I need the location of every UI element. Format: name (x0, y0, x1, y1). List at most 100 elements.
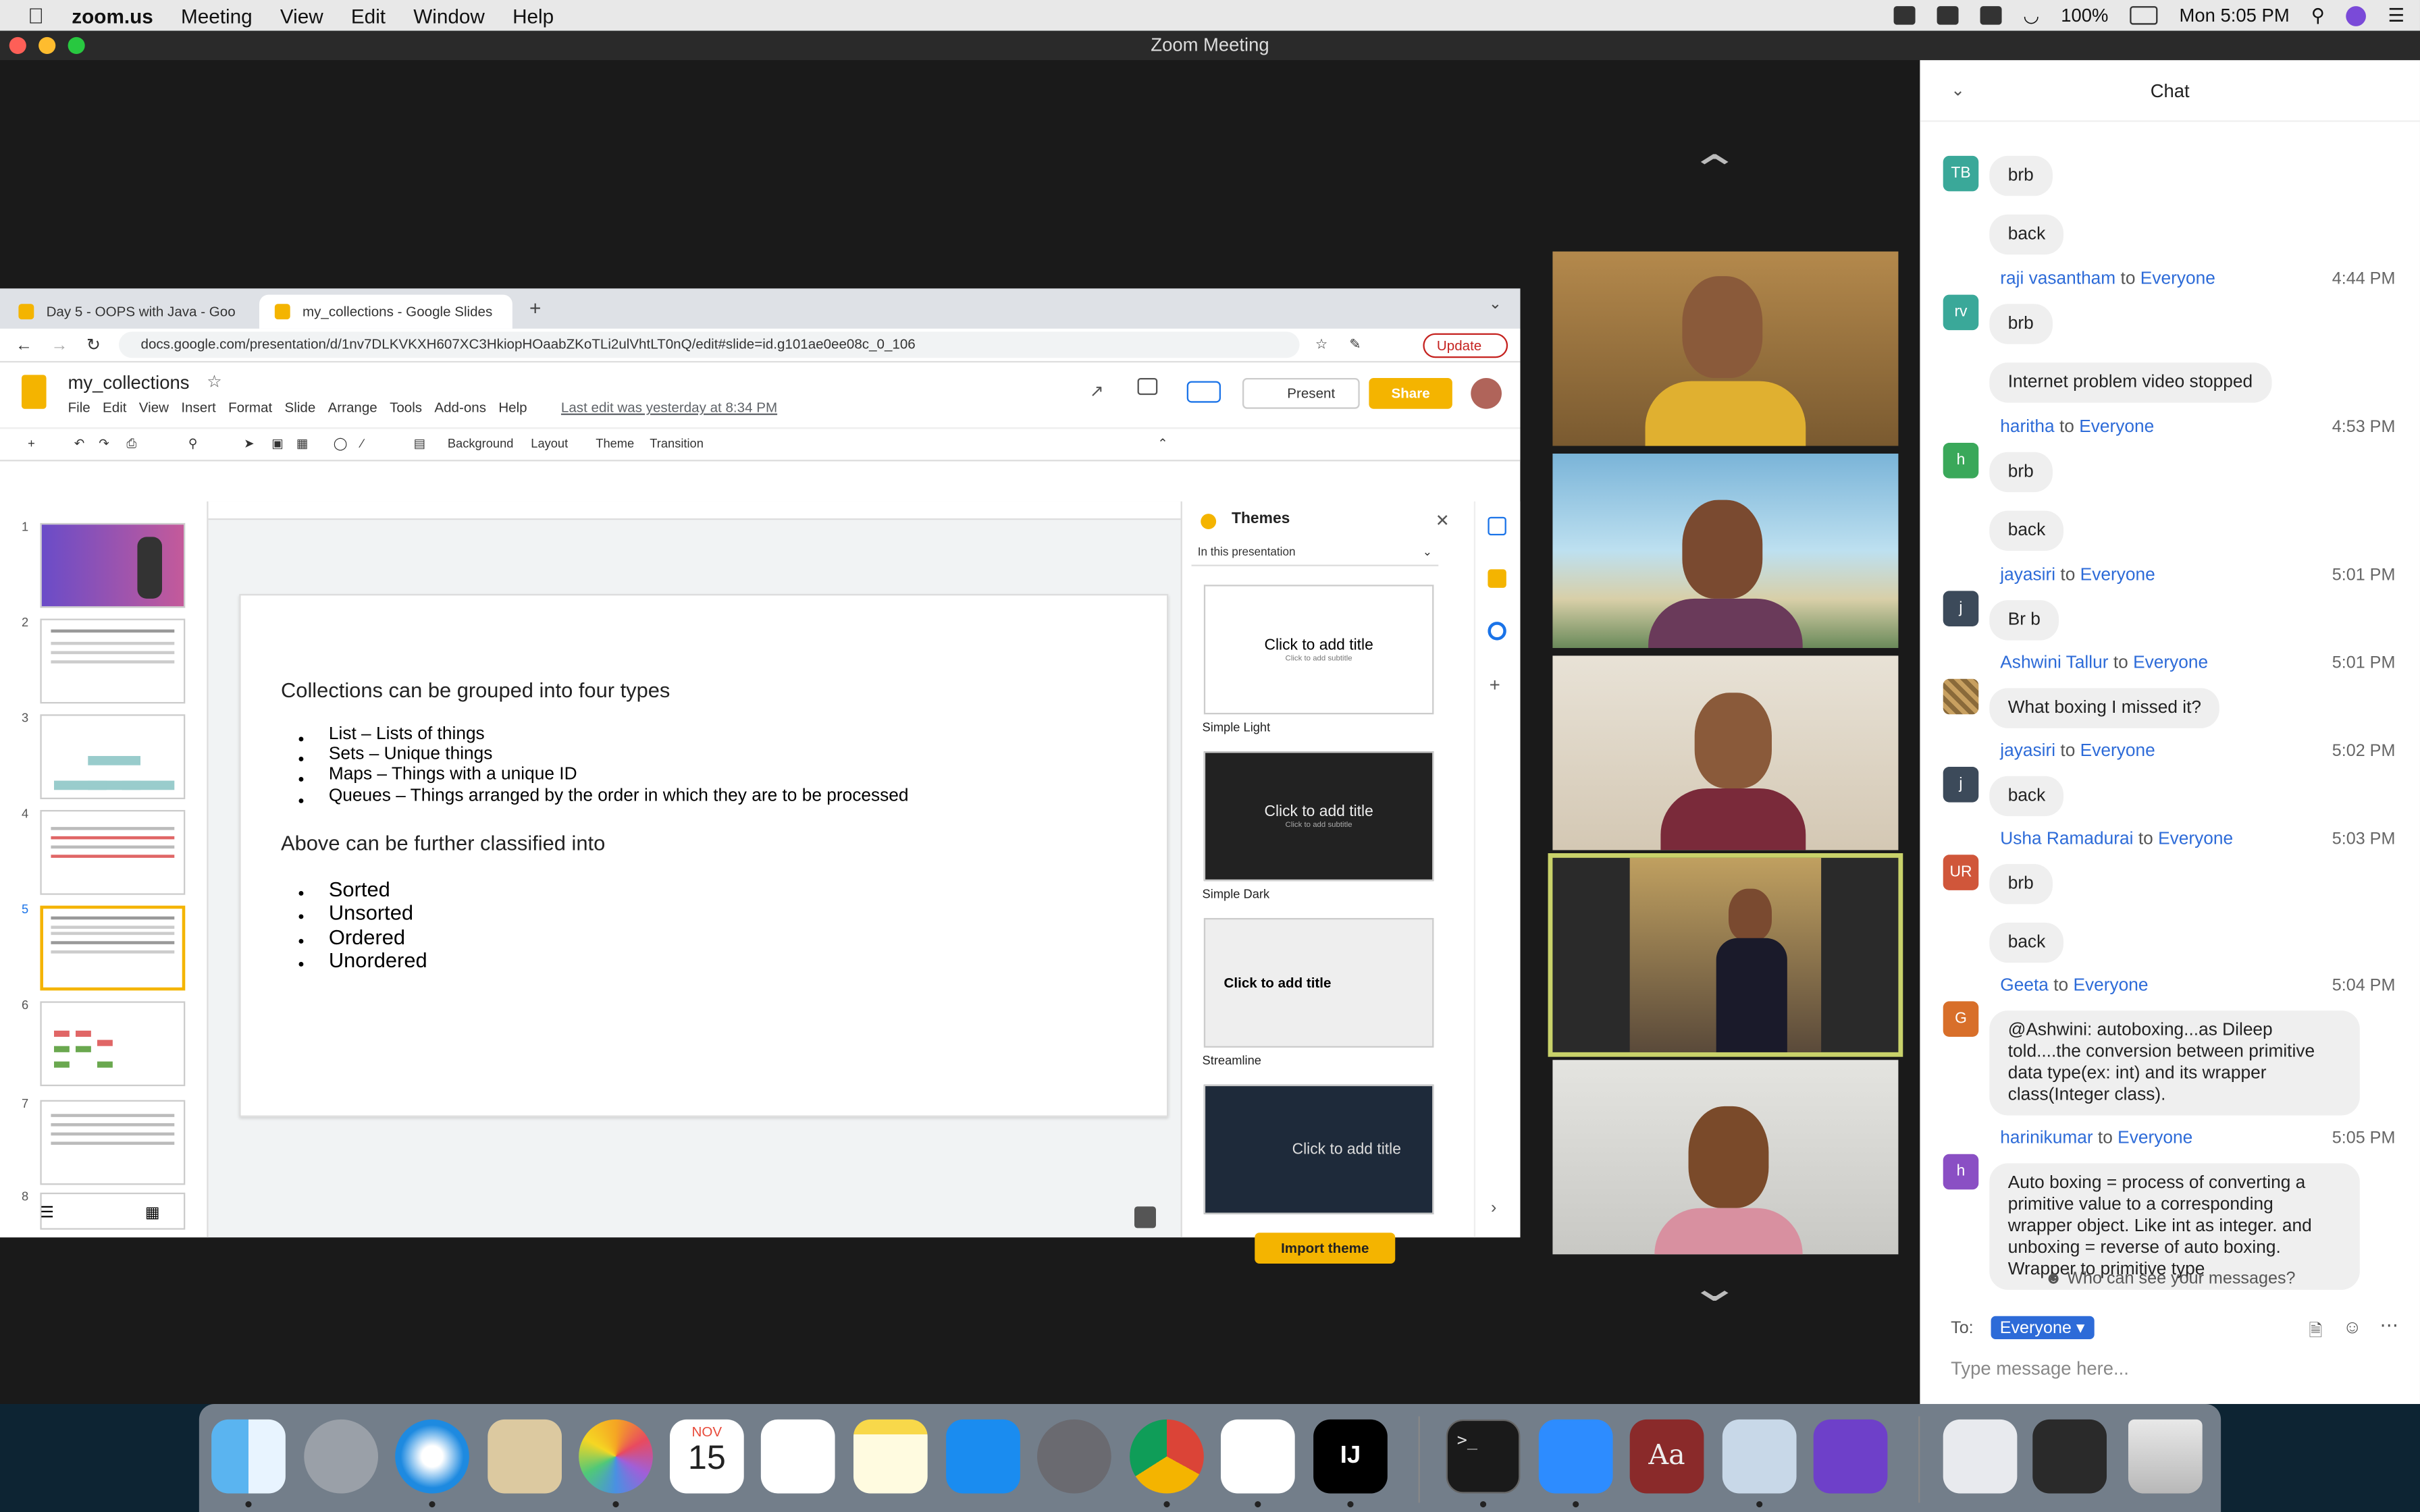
trash-icon[interactable] (2128, 1419, 2203, 1494)
image-icon[interactable]: ▦ (296, 437, 308, 451)
message-bubble[interactable]: @Ashwini: autoboxing...as Dileep told...… (1989, 1010, 2360, 1116)
sender-name[interactable]: haritha (2000, 418, 2054, 436)
browser-tab-active[interactable]: my_collections - Google Slides (259, 294, 512, 329)
collapse-toolbar-icon[interactable]: ⌃ (1157, 437, 1167, 451)
message-bubble[interactable]: brb (1989, 863, 2053, 905)
slides-logo-icon[interactable] (21, 375, 47, 409)
github-desktop-icon[interactable] (1813, 1419, 1888, 1494)
spotlight-icon[interactable]: ⚲ (2311, 5, 2325, 26)
participant-video[interactable] (1552, 1060, 1899, 1255)
finder-icon[interactable] (211, 1419, 286, 1494)
reload-icon[interactable]: ↻ (86, 335, 101, 354)
sender-avatar[interactable]: TB (1943, 155, 1979, 192)
participant-video[interactable] (1552, 453, 1899, 648)
theme-button[interactable]: Theme (596, 437, 634, 451)
share-button[interactable]: Share (1369, 377, 1452, 409)
sender-name[interactable]: jayasiri (2000, 742, 2055, 760)
menu-window[interactable]: Window (413, 4, 485, 27)
menu-slide[interactable]: Slide (285, 400, 316, 415)
current-slide[interactable]: Collections can be grouped into four typ… (239, 593, 1169, 1117)
zoom-icon[interactable]: ⚲ (188, 437, 197, 451)
menu-edit[interactable]: Edit (351, 4, 386, 27)
star-doc-icon[interactable]: ☆ (207, 372, 222, 392)
keep-icon[interactable] (1488, 569, 1506, 588)
menu-edit[interactable]: Edit (103, 400, 126, 415)
participant-video-active-speaker[interactable] (1548, 853, 1903, 1057)
theme-card-simple-light[interactable]: Click to add title Click to add subtitle (1203, 585, 1434, 715)
slide-thumbnail[interactable] (40, 809, 186, 895)
background-button[interactable]: Background (448, 437, 514, 451)
who-can-see-link[interactable]: ☻ Who can see your messages? (1920, 1270, 2420, 1288)
intellij-icon[interactable]: IJ (1313, 1419, 1388, 1494)
zoom-status-icon[interactable] (1893, 6, 1916, 25)
scroll-down-icon[interactable]: ⌄ (1687, 1264, 1741, 1312)
explore-icon[interactable] (1134, 1206, 1156, 1228)
more-options-icon[interactable]: ⋯ (2380, 1314, 2398, 1336)
recipient-dropdown[interactable]: Everyone ▾ (1990, 1316, 2095, 1339)
forward-icon[interactable]: → (51, 335, 68, 354)
zoom-app-icon[interactable] (1538, 1419, 1613, 1494)
minimize-window-button[interactable] (38, 36, 56, 54)
zoom-window-button[interactable] (68, 36, 85, 54)
scroll-up-icon[interactable]: ⌃ (1687, 146, 1741, 194)
slide-thumbnail[interactable] (40, 714, 186, 799)
window-thumbnail-icon[interactable] (2032, 1419, 2107, 1494)
message-bubble[interactable]: back (1989, 922, 2064, 963)
theme-card-focus[interactable]: Click to add title (1203, 1084, 1434, 1214)
file-icon[interactable]: 🗎 (2309, 1318, 2322, 1347)
present-button[interactable]: Present (1242, 377, 1360, 409)
system-preferences-icon[interactable] (1036, 1419, 1111, 1494)
line-icon[interactable]: ∕ (361, 437, 363, 451)
battery-icon[interactable] (2130, 6, 2158, 25)
import-theme-button[interactable]: Import theme (1255, 1233, 1396, 1264)
emoji-icon[interactable]: ☺ (2343, 1316, 2362, 1338)
sender-name[interactable]: harinikumar (2000, 1129, 2093, 1148)
url-field[interactable]: docs.google.com/presentation/d/1nv7DLKVK… (119, 331, 1300, 358)
calendar-app-icon[interactable]: NOV 15 (669, 1419, 744, 1494)
menu-clock[interactable]: Mon 5:05 PM (2180, 5, 2290, 26)
dictionary-icon[interactable]: Aa (1629, 1419, 1704, 1494)
last-edit-link[interactable]: Last edit was yesterday at 8:34 PM (561, 400, 777, 415)
tab-search-icon[interactable]: ⌄ (1489, 296, 1502, 313)
print-icon[interactable]: ⎙ (126, 437, 136, 452)
sender-avatar[interactable]: h (1943, 442, 1979, 479)
comment-add-icon[interactable]: ▤ (414, 437, 425, 451)
calendar-icon[interactable] (1488, 516, 1506, 536)
textbox-icon[interactable]: ▣ (271, 437, 283, 451)
add-addon-icon[interactable]: + (1490, 674, 1500, 696)
chrome-icon[interactable] (1130, 1419, 1204, 1494)
expand-panel-icon[interactable]: › (1491, 1199, 1496, 1217)
slide-thumbnail[interactable] (40, 618, 186, 704)
mail-stamp-icon[interactable] (488, 1419, 562, 1494)
slide-thumbnail-selected[interactable] (40, 905, 186, 991)
photos-icon[interactable] (579, 1419, 653, 1494)
close-themes-icon[interactable]: ✕ (1436, 511, 1450, 531)
transition-button[interactable]: Transition (650, 437, 704, 451)
menu-app-name[interactable]: zoom.us (72, 4, 153, 27)
list-view-icon[interactable]: ☰ (40, 1205, 53, 1222)
message-bubble[interactable]: brb (1989, 452, 2053, 493)
menu-insert[interactable]: Insert (181, 400, 215, 415)
menu-view[interactable]: View (139, 400, 169, 415)
reminders-icon[interactable] (760, 1419, 835, 1494)
terminal-icon[interactable]: >_ (1446, 1419, 1521, 1494)
theme-card-streamline[interactable]: Click to add title (1203, 917, 1434, 1048)
participant-video[interactable] (1552, 655, 1899, 850)
tasks-icon[interactable] (1488, 622, 1506, 641)
message-bubble[interactable]: brb (1989, 304, 2053, 344)
sender-avatar[interactable]: h (1943, 1154, 1979, 1190)
extensions-icon[interactable]: ✎ (1349, 336, 1361, 353)
menu-tools[interactable]: Tools (390, 400, 422, 415)
menu-view[interactable]: View (280, 4, 323, 27)
message-bubble[interactable]: What boxing I missed it? (1989, 688, 2220, 728)
new-slide-icon[interactable]: + (28, 437, 35, 451)
sender-avatar[interactable]: UR (1943, 855, 1979, 890)
menu-file[interactable]: File (68, 400, 90, 415)
update-button[interactable]: Update (1423, 332, 1508, 358)
star-icon[interactable]: ☆ (1315, 336, 1327, 353)
sender-avatar[interactable]: G (1943, 1001, 1979, 1037)
sender-name[interactable]: Usha Ramadurai (2000, 830, 2133, 848)
new-tab-icon[interactable]: + (529, 296, 541, 319)
message-bubble[interactable]: Internet problem video stopped (1989, 362, 2271, 403)
keyboard-input-icon[interactable] (1980, 6, 2002, 25)
